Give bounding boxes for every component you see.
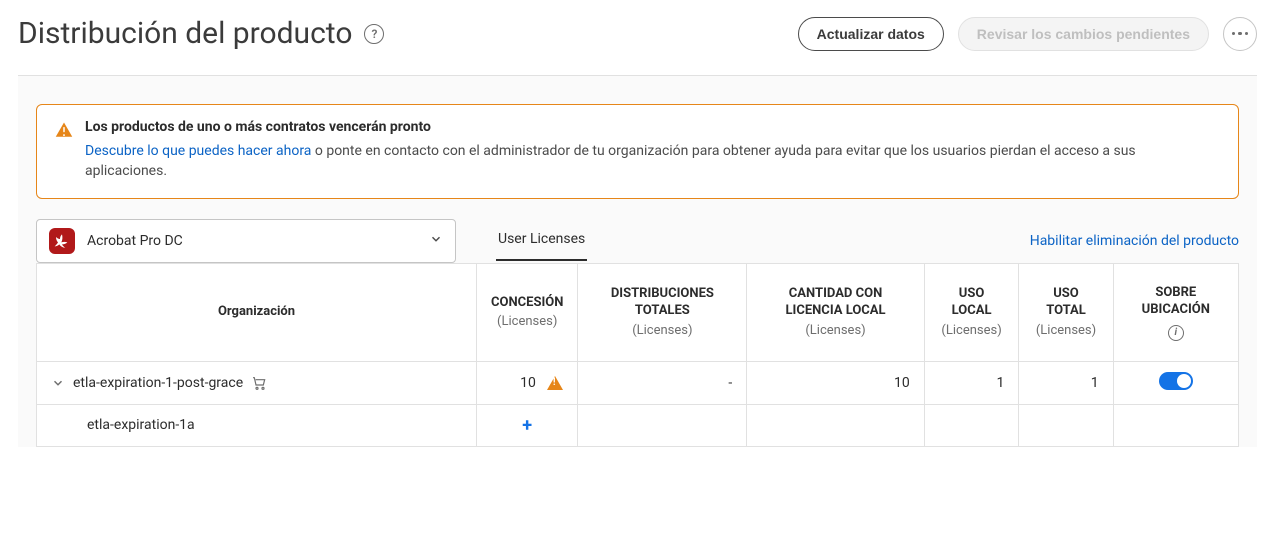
cell-local-use: [924, 404, 1019, 446]
cell-local-licensed: 10: [747, 361, 924, 404]
col-grant: CONCESIÓN (Licenses): [477, 263, 578, 361]
enable-product-removal-link[interactable]: Habilitar eliminación del producto: [1030, 233, 1239, 249]
row-expander[interactable]: [51, 376, 65, 390]
tabs: User Licenses: [496, 221, 587, 261]
product-picker[interactable]: Acrobat Pro DC: [36, 219, 456, 263]
col-local-licensed: CANTIDAD CON LICENCIA LOCAL (Licenses): [747, 263, 924, 361]
more-menu-button[interactable]: [1223, 17, 1257, 51]
warning-icon: [55, 121, 73, 182]
product-name: Acrobat Pro DC: [87, 233, 183, 249]
cell-grant: 10: [477, 361, 578, 404]
cell-toggle: [1113, 361, 1238, 404]
add-grant-button[interactable]: +: [522, 415, 532, 436]
warning-icon: [547, 376, 563, 390]
acrobat-icon: [49, 228, 75, 254]
table-row: etla-expiration-1-post-grace 10 - 10 1 1: [37, 361, 1239, 404]
cell-dist-total: [578, 404, 747, 446]
refresh-button[interactable]: Actualizar datos: [798, 17, 944, 51]
help-icon[interactable]: ?: [364, 24, 384, 44]
banner-title: Los productos de uno o más contratos ven…: [85, 119, 1220, 135]
cell-total-use: 1: [1019, 361, 1113, 404]
over-location-toggle[interactable]: [1159, 372, 1193, 390]
org-name: etla-expiration-1-post-grace: [73, 375, 243, 391]
cell-grant: +: [477, 404, 578, 446]
page-header: Distribución del producto ? Actualizar d…: [18, 0, 1257, 76]
info-icon[interactable]: i: [1168, 325, 1184, 341]
cell-toggle: [1113, 404, 1238, 446]
cart-icon[interactable]: [251, 375, 267, 391]
table-row: etla-expiration-1a +: [37, 404, 1239, 446]
toolbar: Acrobat Pro DC User Licenses Habilitar e…: [36, 219, 1239, 263]
cell-dist-total: -: [578, 361, 747, 404]
cell-total-use: [1019, 404, 1113, 446]
expiry-warning-banner: Los productos de uno o más contratos ven…: [36, 104, 1239, 199]
more-icon: [1232, 32, 1249, 36]
review-pending-button: Revisar los cambios pendientes: [958, 17, 1209, 51]
col-org: Organización: [37, 263, 477, 361]
col-total-use: USO TOTAL (Licenses): [1019, 263, 1113, 361]
tab-user-licenses[interactable]: User Licenses: [496, 221, 587, 261]
col-local-use: USO LOCAL (Licenses): [924, 263, 1019, 361]
page-title: Distribución del producto: [18, 16, 352, 51]
org-name: etla-expiration-1a: [87, 417, 195, 433]
banner-link[interactable]: Descubre lo que puedes hacer ahora: [85, 143, 311, 159]
distribution-table: Organización CONCESIÓN (Licenses) DISTRI…: [36, 263, 1239, 447]
col-dist-total: DISTRIBUCIONES TOTALES (Licenses): [578, 263, 747, 361]
col-over-location: SOBRE UBICACIÓN i: [1113, 263, 1238, 361]
banner-body: Descubre lo que puedes hacer ahora o pon…: [85, 141, 1220, 182]
cell-local-licensed: [747, 404, 924, 446]
cell-local-use: 1: [924, 361, 1019, 404]
chevron-down-icon: [429, 232, 443, 250]
